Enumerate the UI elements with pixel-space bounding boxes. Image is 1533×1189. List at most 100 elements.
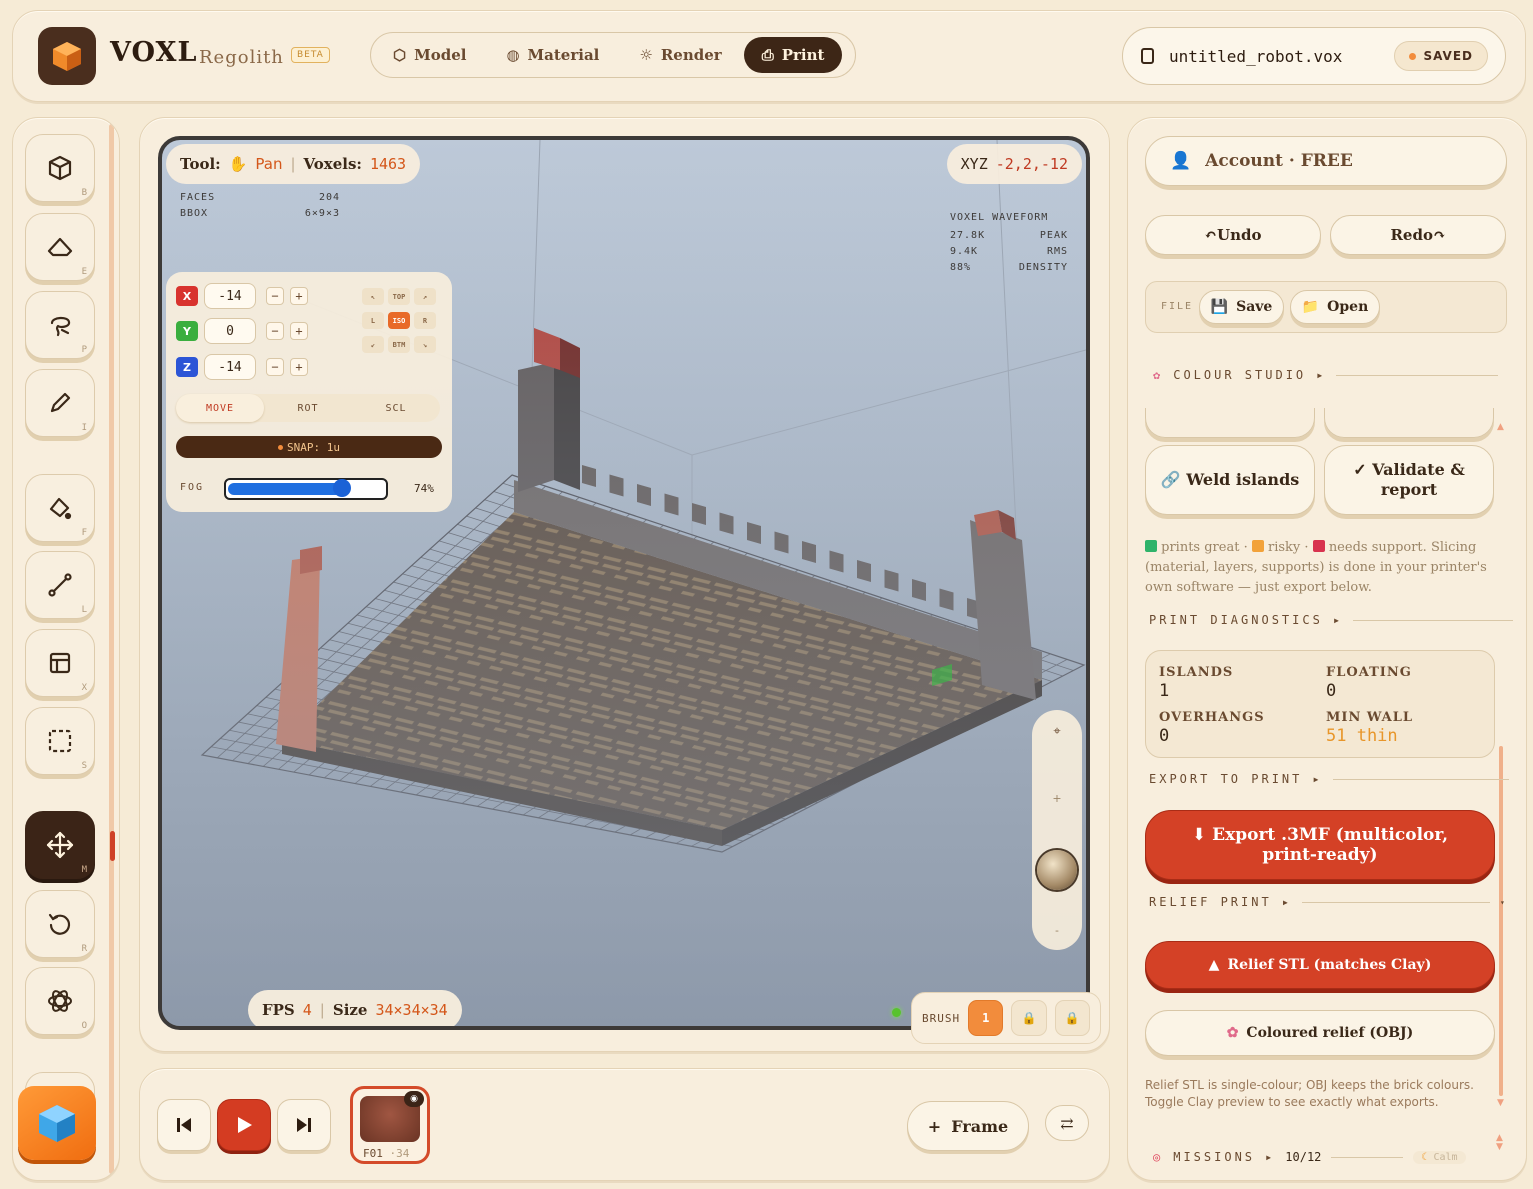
- voxels-label: Voxels:: [303, 155, 362, 173]
- next-frame-button[interactable]: [277, 1099, 331, 1151]
- rotate-icon: [48, 913, 71, 935]
- zoom-rail[interactable]: ⌖ + -: [1032, 710, 1082, 950]
- zoom-in-icon[interactable]: ⌖: [1032, 724, 1082, 739]
- voxels-value: 1463: [369, 155, 407, 173]
- z-axis-badge: Z: [176, 357, 198, 377]
- right-scrollbar[interactable]: [1499, 746, 1503, 1096]
- frame-thumbnail[interactable]: ◉ F01 ·34: [350, 1086, 430, 1164]
- x-input[interactable]: -14: [204, 283, 256, 309]
- view-se-button[interactable]: ↘: [414, 336, 436, 353]
- mode-move[interactable]: MOVE: [176, 394, 264, 422]
- tool-scroll-thumb[interactable]: [110, 831, 115, 861]
- view-top-button[interactable]: TOP: [388, 288, 410, 305]
- y-increment[interactable]: +: [290, 322, 308, 340]
- tab-render[interactable]: ☼ Render: [621, 37, 739, 73]
- view-nw-button[interactable]: ↖: [362, 288, 384, 305]
- erase-tool-button[interactable]: E: [25, 213, 95, 281]
- cube-app-icon[interactable]: [18, 1086, 96, 1160]
- y-input[interactable]: 0: [204, 318, 256, 344]
- view-bottom-button[interactable]: BTM: [388, 336, 410, 353]
- caret-icon: ▸: [1332, 613, 1344, 627]
- weld-islands-button[interactable]: 🔗 Weld islands: [1145, 445, 1315, 515]
- view-ne-button[interactable]: ↗: [414, 288, 436, 305]
- fill-tool-button[interactable]: F: [25, 474, 95, 542]
- zoom-minus-icon[interactable]: -: [1032, 924, 1082, 937]
- tab-print[interactable]: ⎙ Print: [743, 37, 843, 73]
- missions-section[interactable]: ◎ MISSIONS ▸ 10/12 ☾ Calm: [1153, 1150, 1466, 1164]
- file-name-box[interactable]: untitled_robot.vox SAVED: [1122, 27, 1506, 85]
- moon-icon: ☾: [1421, 1151, 1428, 1163]
- orbit-tool-button[interactable]: O: [25, 967, 95, 1035]
- pick-tool-button[interactable]: I: [25, 369, 95, 437]
- cube-icon: [48, 155, 72, 181]
- calm-badge[interactable]: ☾ Calm: [1413, 1150, 1466, 1164]
- box-tool-button[interactable]: X: [25, 629, 95, 697]
- x-decrement[interactable]: −: [266, 287, 284, 305]
- export-3mf-button[interactable]: ⬇ Export .3MF (multicolor, print-ready): [1145, 810, 1495, 880]
- prev-frame-button[interactable]: [157, 1099, 211, 1151]
- palette-icon: ◍: [506, 46, 520, 64]
- undo-button[interactable]: ↶ Undo: [1145, 215, 1321, 255]
- brush-slot-1[interactable]: 1: [968, 1000, 1004, 1036]
- zoom-plus-icon[interactable]: +: [1032, 792, 1082, 805]
- z-increment[interactable]: +: [290, 358, 308, 376]
- rms-label: RMS: [1046, 246, 1068, 257]
- triangle-icon: ▲: [1208, 957, 1220, 973]
- tool-key: X: [81, 683, 87, 693]
- tab-model[interactable]: ⬡ Model: [375, 37, 484, 73]
- right-scroll-down[interactable]: ▼: [1497, 1098, 1504, 1108]
- export-title: EXPORT TO PRINT: [1149, 772, 1303, 786]
- eye-icon[interactable]: ◉: [404, 1091, 424, 1107]
- fog-slider[interactable]: [224, 478, 388, 500]
- play-button[interactable]: [217, 1099, 271, 1151]
- z-decrement[interactable]: −: [266, 358, 284, 376]
- tab-render-label: Render: [660, 46, 722, 64]
- coloured-relief-button[interactable]: ✿ Coloured relief (OBJ): [1145, 1010, 1495, 1056]
- legend-great: prints great ·: [1161, 540, 1248, 555]
- diagnostics-section[interactable]: PRINT DIAGNOSTICS ▸: [1149, 613, 1514, 627]
- colour-studio-section[interactable]: ✿ COLOUR STUDIO ▸: [1153, 368, 1499, 382]
- snap-toggle[interactable]: SNAP: 1u: [176, 436, 442, 458]
- target-icon: ◎: [1153, 1150, 1164, 1164]
- relief-stl-button[interactable]: ▲ Relief STL (matches Clay): [1145, 941, 1495, 989]
- zoom-knob[interactable]: [1037, 850, 1077, 890]
- 3d-viewport[interactable]: Tool: ✋ Pan | Voxels: 1463 XYZ -2,2,-12 …: [158, 136, 1090, 1030]
- tab-material[interactable]: ◍ Material: [488, 37, 617, 73]
- select-tool-button[interactable]: S: [25, 707, 95, 775]
- line-tool-button[interactable]: L: [25, 551, 95, 619]
- snap-dot-icon: [278, 444, 283, 450]
- validate-button[interactable]: ✓ Validate & report: [1324, 445, 1494, 515]
- relief-section[interactable]: RELIEF PRINT ▸ ▾: [1149, 895, 1508, 909]
- mode-scale[interactable]: SCL: [352, 394, 440, 422]
- scroll-arrows-icon[interactable]: ▲ ▼: [1496, 1134, 1503, 1152]
- z-input[interactable]: -14: [204, 354, 256, 380]
- swap-button[interactable]: ⇄: [1045, 1105, 1089, 1141]
- tool-scrollbar[interactable]: [109, 124, 114, 1174]
- account-button[interactable]: 👤 Account · FREE: [1145, 136, 1507, 186]
- redo-button[interactable]: Redo ↷: [1330, 215, 1506, 255]
- locked-brush-slot[interactable]: 🔒: [1011, 1000, 1047, 1036]
- add-frame-button[interactable]: + Frame: [907, 1101, 1029, 1151]
- app-logo[interactable]: [38, 27, 96, 85]
- block-tool-button[interactable]: B: [25, 134, 95, 202]
- view-sw-button[interactable]: ↙: [362, 336, 384, 353]
- mode-rotate[interactable]: ROT: [264, 394, 352, 422]
- fog-slider-knob[interactable]: [333, 479, 352, 497]
- move-tool-button[interactable]: M: [25, 811, 95, 879]
- hand-icon: ✋: [228, 155, 248, 173]
- export-section[interactable]: EXPORT TO PRINT ▸: [1149, 772, 1509, 786]
- bbox-label: BBOX: [180, 208, 209, 219]
- view-iso-button[interactable]: ISO: [388, 312, 410, 329]
- atom-icon: [48, 990, 72, 1012]
- paint-tool-button[interactable]: P: [25, 291, 95, 359]
- locked-brush-slot[interactable]: 🔒: [1054, 1000, 1091, 1036]
- x-increment[interactable]: +: [290, 287, 308, 305]
- open-button[interactable]: 📁 Open: [1290, 290, 1380, 324]
- view-left-button[interactable]: L: [362, 312, 384, 329]
- rotate-tool-button[interactable]: R: [25, 890, 95, 958]
- right-scroll-caret[interactable]: ▲: [1497, 422, 1504, 432]
- save-button[interactable]: 💾 Save: [1199, 290, 1284, 324]
- y-decrement[interactable]: −: [266, 322, 284, 340]
- tool-key: O: [81, 1021, 87, 1031]
- view-right-button[interactable]: R: [414, 312, 436, 329]
